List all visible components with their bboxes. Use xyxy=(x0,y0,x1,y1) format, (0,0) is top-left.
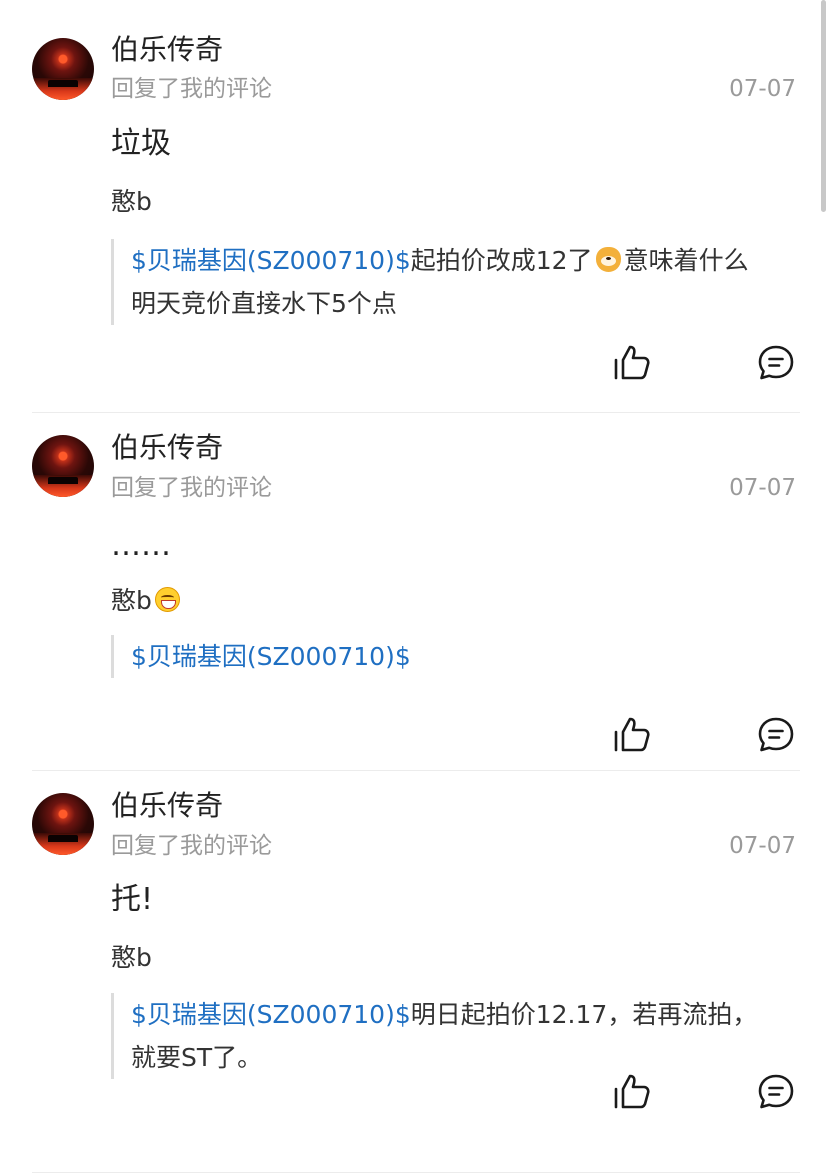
comment-button[interactable] xyxy=(756,1072,796,1112)
user-name[interactable]: 伯乐传奇 xyxy=(111,430,223,466)
quote-text: 明日起拍价12.17，若再流拍， xyxy=(410,1000,758,1029)
like-button[interactable] xyxy=(612,343,652,383)
quote-text: 意味着什么 xyxy=(623,246,749,275)
quoted-comment[interactable]: $贝瑞基因(SZ000710)$ xyxy=(111,635,801,678)
quoted-comment[interactable]: $贝瑞基因(SZ000710)$起拍价改成12了 意味着什么明天竞价直接水下5个点 xyxy=(111,239,801,325)
timestamp: 07-07 xyxy=(729,833,796,859)
avatar[interactable] xyxy=(32,793,94,855)
like-button[interactable] xyxy=(612,1072,652,1112)
grin-emoji-icon xyxy=(154,587,180,612)
thumbs-up-icon xyxy=(614,345,650,380)
comment-button[interactable] xyxy=(756,343,796,383)
quote-author[interactable]: 憨b xyxy=(111,185,152,219)
reply-text: …… xyxy=(111,528,171,563)
quote-author[interactable]: 憨b xyxy=(111,941,152,975)
user-name[interactable]: 伯乐传奇 xyxy=(111,788,223,824)
quote-author[interactable]: 憨b xyxy=(111,584,183,618)
notification-feed: 伯乐传奇 回复了我的评论 07-07 垃圾 憨b $贝瑞基因(SZ000710)… xyxy=(0,0,828,1173)
avatar[interactable] xyxy=(32,38,94,100)
notification-type: 回复了我的评论 xyxy=(111,833,272,859)
reply-text: 托! xyxy=(111,882,154,917)
comment-button[interactable] xyxy=(756,715,796,755)
notification-type: 回复了我的评论 xyxy=(111,76,272,102)
comment-icon xyxy=(758,717,794,752)
thumbs-up-icon xyxy=(614,1074,650,1109)
quote-text: 起拍价改成12了 xyxy=(410,246,593,275)
reply-notification[interactable]: 伯乐传奇 回复了我的评论 07-07 …… 憨b $贝瑞基因(SZ000710)… xyxy=(0,413,828,771)
doge-emoji-icon xyxy=(595,247,621,272)
avatar[interactable] xyxy=(32,435,94,497)
reply-notification[interactable]: 伯乐传奇 回复了我的评论 07-07 托! 憨b $贝瑞基因(SZ000710)… xyxy=(0,771,828,1173)
quoted-comment[interactable]: $贝瑞基因(SZ000710)$明日起拍价12.17，若再流拍， 就要ST了。 xyxy=(111,993,801,1079)
comment-icon xyxy=(758,1074,794,1109)
like-button[interactable] xyxy=(612,715,652,755)
user-name[interactable]: 伯乐传奇 xyxy=(111,32,223,68)
stock-link[interactable]: $贝瑞基因(SZ000710)$ xyxy=(131,246,411,275)
timestamp: 07-07 xyxy=(729,76,796,102)
reply-text: 垃圾 xyxy=(111,126,171,161)
timestamp: 07-07 xyxy=(729,475,796,501)
stock-link[interactable]: $贝瑞基因(SZ000710)$ xyxy=(131,1000,411,1029)
stock-link[interactable]: $贝瑞基因(SZ000710)$ xyxy=(131,642,411,671)
reply-notification[interactable]: 伯乐传奇 回复了我的评论 07-07 垃圾 憨b $贝瑞基因(SZ000710)… xyxy=(0,0,828,413)
quote-text: 就要ST了。 xyxy=(131,1043,263,1072)
quote-author-name: 憨b xyxy=(111,586,152,615)
thumbs-up-icon xyxy=(614,717,650,752)
notification-type: 回复了我的评论 xyxy=(111,475,272,501)
comment-icon xyxy=(758,345,794,380)
quote-text: 明天竞价直接水下5个点 xyxy=(131,289,397,318)
